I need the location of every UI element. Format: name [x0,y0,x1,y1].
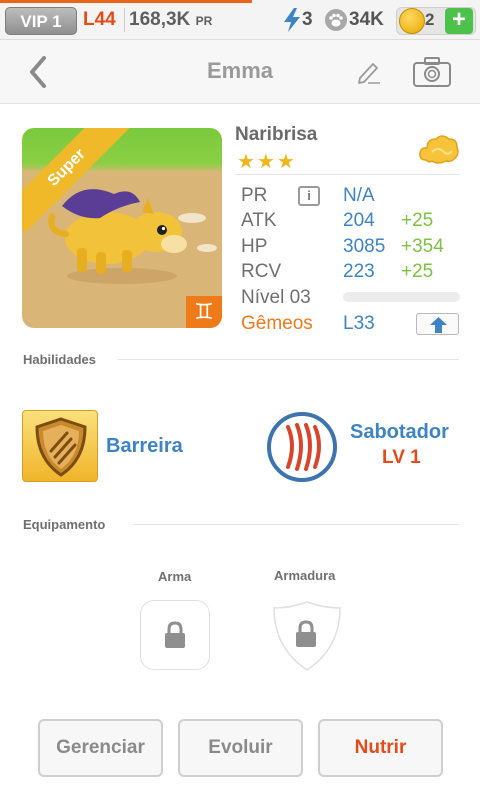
lightning-icon [284,8,300,32]
player-level: L44 [83,9,116,30]
name-divider [235,174,460,175]
add-coins-button[interactable]: + [445,8,473,34]
skill-sabotador-level: LV 1 [382,447,421,468]
equipment-heading: Equipamento [23,517,106,532]
pr-label: PR [241,185,268,206]
abilities-heading: Habilidades [23,352,96,367]
evolve-button[interactable]: Evoluir [178,719,303,777]
pet-name: Naribrisa [235,124,318,145]
skill-barreira-name[interactable]: Barreira [106,435,183,458]
armor-slot[interactable] [272,600,342,672]
shield-graphic [35,417,87,477]
atk-bonus: +25 [401,210,434,231]
feed-button[interactable]: Nutrir [318,719,443,777]
zodiac-level: L33 [343,313,375,334]
paw-icon [325,9,347,31]
pet-level-label: Nível 03 [241,287,311,308]
xp-progress-bar [343,292,460,302]
power-unit: PR [195,14,213,28]
lock-icon [165,621,185,648]
info-icon[interactable]: i [298,186,320,206]
rcv-bonus: +25 [401,261,434,282]
star-rating: ★★★ [237,151,297,173]
player-power: 168,3K PR [129,9,212,31]
up-arrow-icon [430,317,447,333]
status-separator [124,8,125,32]
vip-badge[interactable]: VIP 1 [5,7,77,35]
gemini-zodiac-icon: ♊ [186,296,222,328]
atk-label: ATK [241,210,277,231]
food-count: 34K [349,9,384,30]
coin-icon [399,8,425,34]
upgrade-button[interactable] [416,313,459,335]
top-accent-line [0,0,252,3]
header-bar: Emma [0,40,480,104]
cloud-element-icon [419,135,459,164]
power-value: 168,3K [129,9,191,30]
hp-label: HP [241,236,268,257]
zodiac-sign-label: Gêmeos [241,313,313,334]
equipment-divider [133,524,459,525]
camera-icon[interactable] [412,56,452,88]
pr-value: N/A [343,185,375,206]
weapon-slot[interactable] [140,600,210,670]
abilities-divider [118,359,459,360]
manage-button[interactable]: Gerenciar [38,719,163,777]
page-title: Emma [206,58,274,83]
hp-value: 3085 [343,236,386,257]
weapon-slot-label: Arma [158,569,192,584]
atk-value: 204 [343,210,375,231]
skill-sabotador-name[interactable]: Sabotador [350,421,449,444]
claw-marks-icon[interactable] [266,411,338,483]
coin-count: 2 [425,10,435,29]
rcv-label: RCV [241,261,282,282]
armor-slot-label: Armadura [274,568,336,583]
back-arrow-icon[interactable] [24,52,54,92]
energy-count: 3 [302,9,313,30]
hp-bonus: +354 [401,236,444,257]
shield-claw-icon[interactable] [22,410,98,482]
edit-pencil-icon[interactable] [356,60,382,84]
rcv-value: 223 [343,261,375,282]
